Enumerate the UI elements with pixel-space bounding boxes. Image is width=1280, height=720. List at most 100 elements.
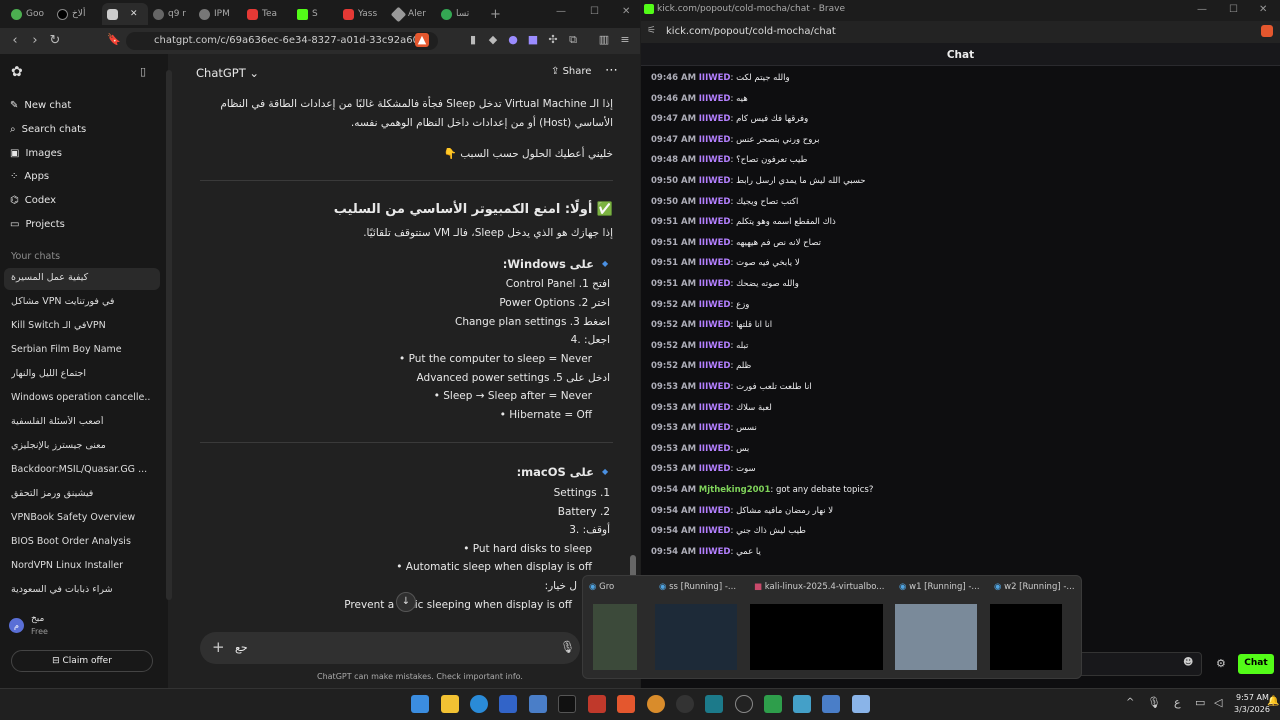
thumb-w2-running[interactable]: ◉ w2 [Running] -...: [988, 576, 1078, 680]
user-name[interactable]: مبخ: [31, 614, 171, 624]
app-icon[interactable]: [793, 695, 811, 713]
message-username[interactable]: IIIWED: [699, 464, 731, 474]
message-username[interactable]: IIIWED: [699, 444, 731, 454]
chevron-up-icon[interactable]: ^: [1126, 697, 1134, 708]
sidebar-chat-item[interactable]: Windows operation cancelle...: [11, 392, 151, 403]
message-username[interactable]: IIIWED: [699, 341, 731, 351]
sidebar-chat-item[interactable]: كيفية عمل المسيرة: [11, 272, 151, 283]
start-icon[interactable]: [411, 695, 429, 713]
tab-ipm[interactable]: IPM: [194, 3, 242, 25]
edge-icon[interactable]: [470, 695, 488, 713]
message-username[interactable]: IIIWED: [699, 547, 731, 557]
terminal-icon[interactable]: [558, 695, 576, 713]
microphone-icon[interactable]: 🎙: [1147, 696, 1161, 709]
app-icon[interactable]: [705, 695, 723, 713]
share-button[interactable]: ⇪ Share: [551, 66, 591, 77]
brave-shield-icon[interactable]: [1261, 25, 1273, 37]
gear-icon[interactable]: ⚙: [1216, 657, 1226, 670]
screenshot-icon[interactable]: ⧉: [566, 33, 580, 47]
sidebar-chat-item[interactable]: Kill Switch في الـVPN: [11, 320, 151, 331]
vpn-icon[interactable]: ●: [506, 33, 520, 47]
store-icon[interactable]: [499, 695, 517, 713]
model-selector[interactable]: ChatGPT ⌄: [196, 66, 259, 80]
tab-kick[interactable]: S: [292, 3, 338, 25]
brave-icon[interactable]: [617, 695, 635, 713]
tab-google[interactable]: Goo: [6, 3, 52, 25]
app-icon[interactable]: [588, 695, 606, 713]
bookmark-icon[interactable]: 🔖: [104, 33, 124, 46]
panel-icon[interactable]: ▥: [597, 33, 611, 47]
tab-x[interactable]: ألاخ: [52, 3, 102, 25]
extension-icon[interactable]: ■: [526, 33, 540, 47]
maximize-button[interactable]: ☐: [1229, 4, 1238, 15]
new-tab-button[interactable]: +: [490, 7, 501, 22]
message-username[interactable]: IIIWED: [699, 423, 731, 433]
thumb-chrome[interactable]: ◉ Gro: [583, 576, 643, 680]
openai-logo-icon[interactable]: ✿: [11, 64, 23, 80]
message-username[interactable]: IIIWED: [699, 73, 731, 83]
file-explorer-icon[interactable]: [441, 695, 459, 713]
message-username[interactable]: IIIWED: [699, 361, 731, 371]
close-icon[interactable]: ✕: [130, 9, 138, 19]
sidebar-chat-item[interactable]: Backdoor:MSIL/Quasar.GG ...: [11, 464, 151, 475]
new-chat-button[interactable]: ✎ New chat: [10, 100, 71, 111]
message-username[interactable]: IIIWED: [699, 403, 731, 413]
message-username[interactable]: IIIWED: [699, 238, 731, 248]
message-username[interactable]: IIIWED: [699, 382, 731, 392]
sidebar-chat-item[interactable]: Serbian Film Boy Name: [11, 344, 151, 355]
notepad-icon[interactable]: [852, 695, 870, 713]
address-bar[interactable]: ⚟ kick.com/popout/cold-mocha/chat: [641, 21, 1280, 43]
message-username[interactable]: IIIWED: [699, 279, 731, 289]
projects-button[interactable]: ▭ Projects: [10, 219, 65, 230]
maximize-button[interactable]: ☐: [590, 6, 599, 17]
reload-icon[interactable]: ↻: [45, 33, 65, 48]
message-composer[interactable]: + حع 🎙: [200, 632, 580, 664]
message-username[interactable]: IIIWED: [699, 114, 731, 124]
sidebar-chat-item[interactable]: أصعب الأسئلة الفلسفية: [11, 416, 151, 427]
plus-icon[interactable]: +: [212, 638, 225, 656]
images-button[interactable]: ▣ Images: [10, 148, 62, 159]
sidebar-chat-item[interactable]: فيشينق ورمز التحقق: [11, 488, 151, 499]
avatar[interactable]: م: [9, 618, 24, 633]
sidebar-icon[interactable]: ▮: [466, 33, 480, 47]
tab-youtube-2[interactable]: Yass: [338, 3, 388, 25]
message-username[interactable]: IIIWED: [699, 155, 731, 165]
thumb-ss-running[interactable]: ◉ ss [Running] -...: [653, 576, 743, 680]
app-icon[interactable]: [676, 695, 694, 713]
close-window-button[interactable]: ✕: [622, 6, 630, 17]
site-settings-icon[interactable]: ⚟: [647, 25, 656, 36]
codex-button[interactable]: ⌬ Codex: [10, 195, 56, 206]
puzzle-icon[interactable]: ✣: [546, 33, 560, 47]
clock-date[interactable]: 3/3/2026: [1234, 705, 1270, 714]
sidebar-chat-item[interactable]: اجتماع الليل والنهار: [11, 368, 151, 379]
sidebar-chat-item[interactable]: معنى جيسترز بالإنجليزي: [11, 440, 151, 451]
message-username[interactable]: IIIWED: [699, 526, 731, 536]
back-icon[interactable]: ‹: [5, 33, 25, 48]
message-username[interactable]: IIIWED: [699, 94, 731, 104]
sidebar-chat-item[interactable]: NordVPN Linux Installer: [11, 560, 151, 571]
notification-icon[interactable]: 🔔: [1267, 696, 1279, 707]
minimize-button[interactable]: —: [556, 6, 566, 17]
message-username[interactable]: IIIWED: [699, 300, 731, 310]
shield-icon[interactable]: ◆: [486, 33, 500, 47]
message-username[interactable]: IIIWED: [699, 506, 731, 516]
forward-icon[interactable]: ›: [25, 33, 45, 48]
network-icon[interactable]: ▭: [1195, 696, 1205, 709]
thumb-w1-running[interactable]: ◉ w1 [Running] -...: [893, 576, 983, 680]
url-input[interactable]: chatgpt.com/c/69a636ec-6e34-8327-a01d-33…: [126, 32, 438, 50]
sidebar-scrollbar[interactable]: [166, 70, 172, 600]
tab-google-2[interactable]: تسا: [436, 3, 486, 25]
language-indicator[interactable]: ع: [1174, 696, 1181, 709]
sidebar-chat-item[interactable]: مشاكل VPN في فورتنايت: [11, 296, 151, 307]
message-username[interactable]: IIIWED: [699, 320, 731, 330]
tab-alert[interactable]: Aler: [388, 3, 436, 25]
composer-text[interactable]: حع: [235, 641, 248, 654]
tab-q9[interactable]: q9 r: [148, 3, 194, 25]
message-username[interactable]: IIIWED: [699, 135, 731, 145]
close-sidebar-icon[interactable]: ▯: [140, 65, 146, 78]
apps-button[interactable]: ⁘ Apps: [10, 171, 49, 182]
microphone-icon[interactable]: 🎙: [560, 640, 575, 654]
virtualbox-icon[interactable]: [822, 695, 840, 713]
message-username[interactable]: IIIWED: [699, 176, 731, 186]
volume-icon[interactable]: ◁: [1214, 696, 1222, 709]
